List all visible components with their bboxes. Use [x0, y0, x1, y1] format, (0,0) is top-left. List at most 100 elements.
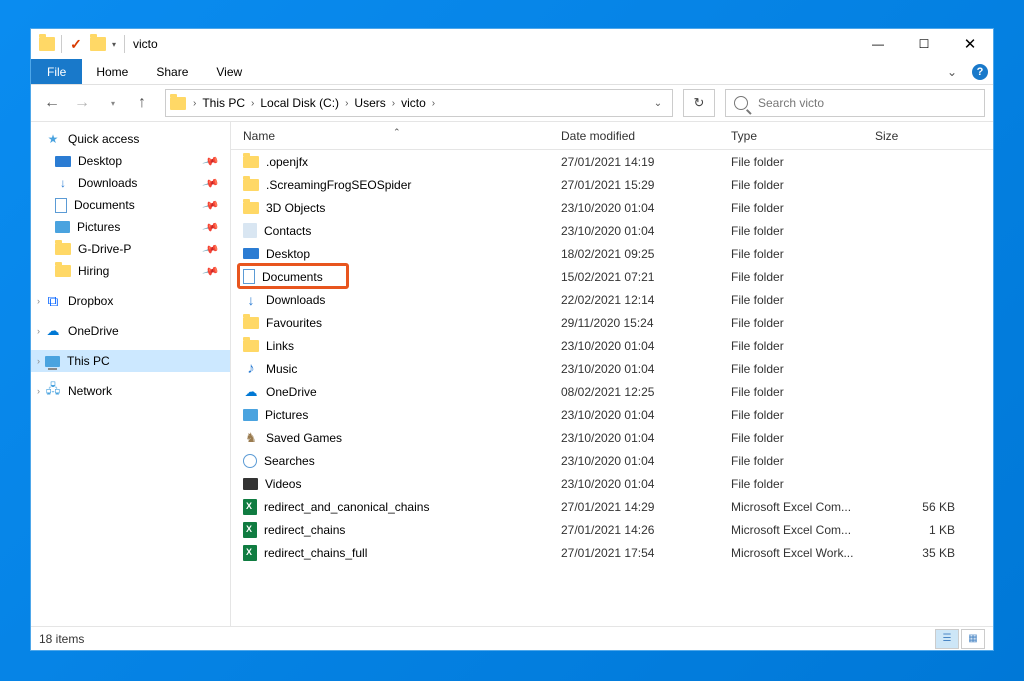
chevron-right-icon[interactable]: ›: [387, 98, 400, 109]
sidebar-item[interactable]: Pictures📌: [31, 216, 230, 238]
file-row[interactable]: Desktop 18/02/2021 09:25 File folder: [231, 242, 993, 265]
help-button[interactable]: ?: [967, 59, 993, 84]
new-folder-icon[interactable]: [90, 37, 106, 51]
file-type: Microsoft Excel Com...: [731, 500, 875, 514]
file-date: 22/02/2021 12:14: [561, 293, 731, 307]
sidebar-item[interactable]: Desktop📌: [31, 150, 230, 172]
explorer-window: ✓ ▾ victo ― ☐ ✕ File Home Share View ⌄ ?…: [30, 28, 994, 651]
sort-ascending-icon: ⌃: [393, 127, 401, 138]
file-date: 23/10/2020 01:04: [561, 454, 731, 468]
file-row[interactable]: Documents 15/02/2021 07:21 File folder: [231, 265, 993, 288]
chevron-right-icon[interactable]: ›: [37, 386, 40, 396]
breadcrumb-users[interactable]: Users: [353, 96, 386, 110]
file-row[interactable]: .ScreamingFrogSEOSpider 27/01/2021 15:29…: [231, 173, 993, 196]
file-type: File folder: [731, 224, 875, 238]
breadcrumb-thispc[interactable]: This PC: [201, 96, 246, 110]
file-row[interactable]: .openjfx 27/01/2021 14:19 File folder: [231, 150, 993, 173]
sidebar-item[interactable]: G-Drive-P📌: [31, 238, 230, 260]
up-button[interactable]: ↑: [129, 89, 155, 117]
chevron-right-icon[interactable]: ›: [246, 98, 259, 109]
sidebar-onedrive[interactable]: › ☁ OneDrive: [31, 320, 230, 342]
downloads-i-icon: ↓: [55, 175, 71, 191]
view-tab[interactable]: View: [202, 59, 256, 84]
column-headers: Name ⌃ Date modified Type Size: [231, 122, 993, 150]
address-bar[interactable]: › This PC › Local Disk (C:) › Users › vi…: [165, 89, 673, 117]
sidebar-item[interactable]: Documents📌: [31, 194, 230, 216]
home-tab[interactable]: Home: [82, 59, 142, 84]
file-row[interactable]: redirect_and_canonical_chains 27/01/2021…: [231, 495, 993, 518]
icons-view-button[interactable]: ▦: [961, 629, 985, 649]
file-row[interactable]: Contacts 23/10/2020 01:04 File folder: [231, 219, 993, 242]
file-date: 23/10/2020 01:04: [561, 362, 731, 376]
onedrive-icon: ☁: [45, 323, 61, 339]
excel-icon: [243, 522, 257, 538]
links-icon: [243, 340, 259, 352]
minimize-button[interactable]: ―: [855, 29, 901, 59]
file-row[interactable]: ♞Saved Games 23/10/2020 01:04 File folde…: [231, 426, 993, 449]
sidebar-dropbox[interactable]: › ⧉ Dropbox: [31, 290, 230, 312]
chevron-right-icon[interactable]: ›: [37, 326, 40, 336]
search-box[interactable]: Search victo: [725, 89, 985, 117]
column-size[interactable]: Size: [875, 129, 975, 143]
file-name: Contacts: [264, 224, 311, 238]
file-row[interactable]: Videos 23/10/2020 01:04 File folder: [231, 472, 993, 495]
details-view-button[interactable]: ☰: [935, 629, 959, 649]
back-button[interactable]: ←: [39, 89, 65, 117]
file-row[interactable]: Pictures 23/10/2020 01:04 File folder: [231, 403, 993, 426]
saved-icon: ♞: [243, 430, 259, 446]
column-date[interactable]: Date modified: [561, 129, 731, 143]
sidebar-item[interactable]: Hiring📌: [31, 260, 230, 282]
file-tab[interactable]: File: [31, 59, 82, 84]
file-row[interactable]: Searches 23/10/2020 01:04 File folder: [231, 449, 993, 472]
chevron-right-icon[interactable]: ›: [188, 98, 201, 109]
pictures-i-icon: [55, 221, 70, 233]
column-name[interactable]: Name ⌃: [243, 129, 561, 143]
chevron-right-icon[interactable]: ›: [37, 296, 40, 306]
file-row[interactable]: 3D Objects 23/10/2020 01:04 File folder: [231, 196, 993, 219]
address-history-dropdown[interactable]: ⌄: [646, 98, 670, 109]
recent-locations-button[interactable]: ▾: [99, 89, 125, 117]
qat-dropdown[interactable]: ▾: [112, 40, 116, 49]
file-date: 23/10/2020 01:04: [561, 201, 731, 215]
file-type: File folder: [731, 339, 875, 353]
chevron-right-icon[interactable]: ›: [37, 356, 40, 366]
file-row[interactable]: Favourites 29/11/2020 15:24 File folder: [231, 311, 993, 334]
file-date: 27/01/2021 14:29: [561, 500, 731, 514]
folder-icon: [243, 202, 259, 214]
properties-icon[interactable]: ✓: [68, 36, 84, 52]
file-name: Pictures: [265, 408, 308, 422]
file-type: File folder: [731, 385, 875, 399]
chevron-right-icon[interactable]: ›: [340, 98, 353, 109]
share-tab[interactable]: Share: [142, 59, 202, 84]
refresh-button[interactable]: ↻: [683, 89, 715, 117]
window-title: victo: [133, 37, 158, 51]
column-type[interactable]: Type: [731, 129, 875, 143]
breadcrumb-victo[interactable]: victo: [400, 96, 427, 110]
file-row[interactable]: ☁OneDrive 08/02/2021 12:25 File folder: [231, 380, 993, 403]
folder-icon: [170, 97, 186, 110]
sidebar-this-pc[interactable]: › This PC: [31, 350, 230, 372]
file-date: 18/02/2021 09:25: [561, 247, 731, 261]
down-icon: ↓: [243, 292, 259, 308]
sidebar-network[interactable]: › 🖧 Network: [31, 380, 230, 402]
file-row[interactable]: redirect_chains 27/01/2021 14:26 Microso…: [231, 518, 993, 541]
file-date: 23/10/2020 01:04: [561, 431, 731, 445]
file-row[interactable]: ↓Downloads 22/02/2021 12:14 File folder: [231, 288, 993, 311]
chevron-right-icon[interactable]: ›: [427, 98, 440, 109]
file-date: 27/01/2021 15:29: [561, 178, 731, 192]
separator: [124, 35, 125, 53]
file-row[interactable]: ♪Music 23/10/2020 01:04 File folder: [231, 357, 993, 380]
close-button[interactable]: ✕: [947, 29, 993, 59]
sidebar-item[interactable]: ↓Downloads📌: [31, 172, 230, 194]
file-type: File folder: [731, 362, 875, 376]
file-list[interactable]: .openjfx 27/01/2021 14:19 File folder .S…: [231, 150, 993, 626]
file-type: File folder: [731, 270, 875, 284]
collapse-ribbon-icon[interactable]: ⌄: [937, 59, 967, 84]
forward-button[interactable]: →: [69, 89, 95, 117]
folder-i-icon: [55, 265, 71, 277]
breadcrumb-localdisk[interactable]: Local Disk (C:): [259, 96, 340, 110]
maximize-button[interactable]: ☐: [901, 29, 947, 59]
file-row[interactable]: Links 23/10/2020 01:04 File folder: [231, 334, 993, 357]
file-row[interactable]: redirect_chains_full 27/01/2021 17:54 Mi…: [231, 541, 993, 564]
sidebar-quick-access[interactable]: ★ Quick access: [31, 128, 230, 150]
